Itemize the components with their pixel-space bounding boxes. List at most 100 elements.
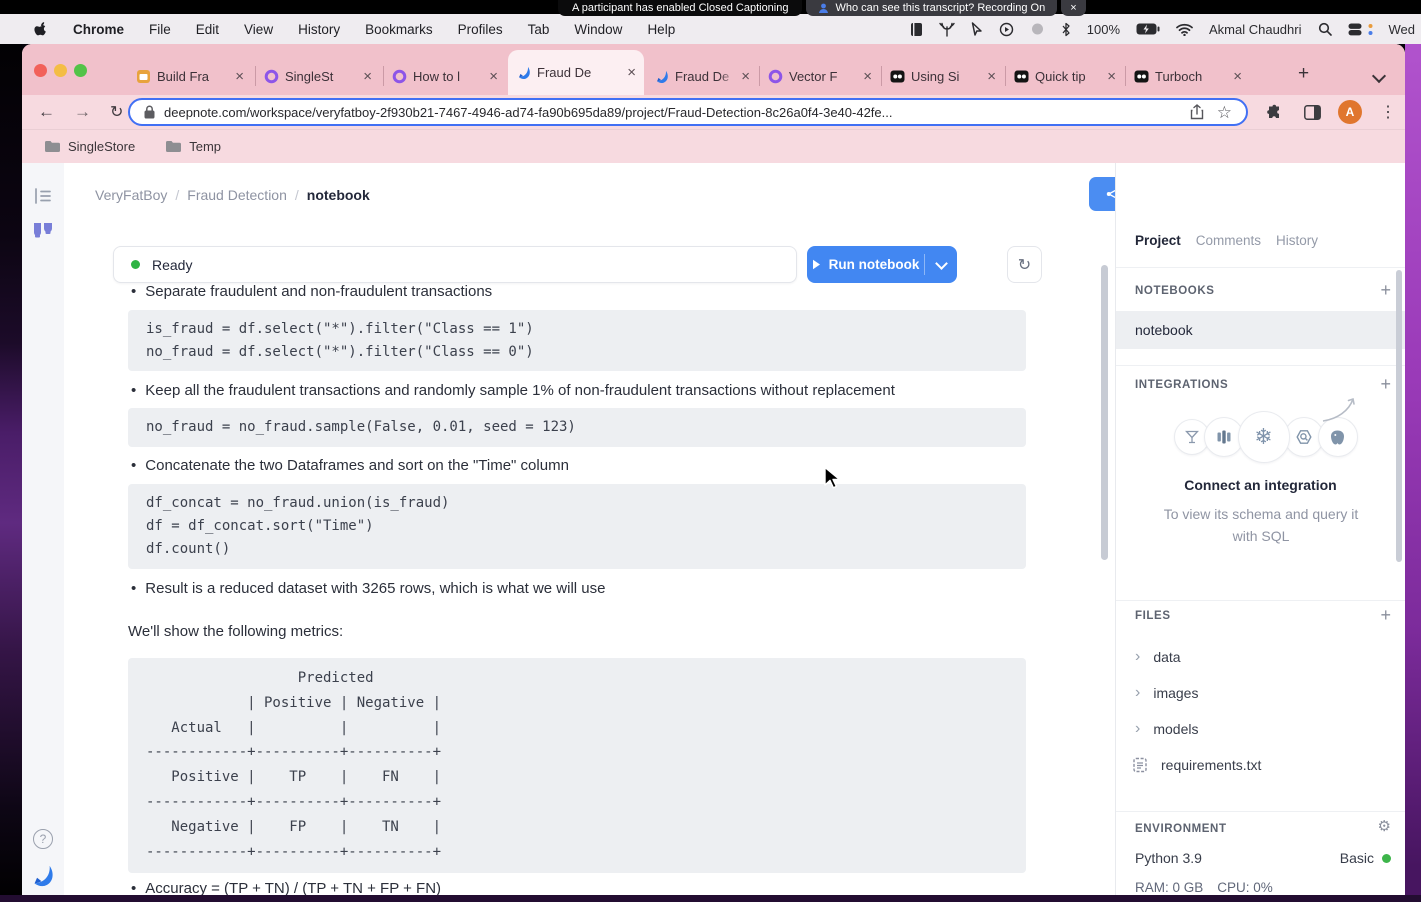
breadcrumb-workspace[interactable]: VeryFatBoy (95, 187, 167, 203)
run-options-chevron-icon[interactable] (925, 262, 957, 268)
browser-menu-dots-icon[interactable]: ⋮ (1380, 95, 1396, 129)
tab-using-si[interactable]: Using Si × (882, 58, 1004, 95)
tab-turboch[interactable]: Turboch × (1126, 58, 1250, 95)
help-icon[interactable]: ? (33, 829, 53, 849)
address-bar[interactable]: deepnote.com/workspace/veryfatboy-2f930b… (128, 98, 1248, 126)
share-page-icon[interactable] (1190, 104, 1204, 120)
file-row-requirements[interactable]: requirements.txt (1132, 757, 1261, 773)
postgres-integration-icon (1318, 417, 1358, 457)
tab-history[interactable]: History (1276, 233, 1318, 248)
tab-fraud-detection-active[interactable]: Fraud De × (508, 50, 644, 95)
tab-fraud-detection-2[interactable]: Fraud De × (646, 58, 758, 95)
environment-python-row[interactable]: Python 3.9 Basic (1135, 850, 1391, 866)
menu-app-icon[interactable] (939, 22, 955, 37)
breadcrumb-project[interactable]: Fraud Detection (187, 187, 287, 203)
bookmarks-bar: SingleStore Temp (22, 129, 1405, 163)
menu-file[interactable]: File (149, 22, 171, 37)
tab-build-fraud[interactable]: Build Fra × (128, 58, 252, 95)
menu-history[interactable]: History (298, 22, 340, 37)
spotlight-search-icon[interactable] (1318, 22, 1332, 36)
airplay-icon[interactable] (1030, 23, 1045, 36)
pointer-icon[interactable] (971, 22, 983, 36)
tab-close-icon[interactable]: × (987, 69, 996, 84)
reading-list-icon[interactable] (910, 22, 923, 37)
close-window-button[interactable] (34, 64, 47, 77)
notebook-list-item[interactable]: notebook (1116, 311, 1405, 349)
tab-close-icon[interactable]: × (627, 65, 636, 80)
tab-close-icon[interactable]: × (363, 69, 372, 84)
tab-close-icon[interactable]: × (1233, 69, 1242, 84)
url-text[interactable]: deepnote.com/workspace/veryfatboy-2f930b… (164, 105, 1177, 120)
environment-settings-gear-icon[interactable]: ⚙ (1378, 819, 1391, 834)
bluetooth-icon[interactable] (1061, 22, 1071, 37)
menu-window[interactable]: Window (574, 22, 622, 37)
tab-close-icon[interactable]: × (1107, 69, 1116, 84)
add-integration-icon[interactable]: + (1380, 375, 1391, 393)
maximize-window-button[interactable] (74, 64, 87, 77)
code-cell[interactable]: no_fraud = no_fraud.sample(False, 0.01, … (128, 408, 1026, 447)
menu-bookmarks[interactable]: Bookmarks (365, 22, 433, 37)
menu-chrome[interactable]: Chrome (73, 22, 124, 37)
tab-quick-tip[interactable]: Quick tip × (1006, 58, 1124, 95)
tab-search-chevron-icon[interactable] (1374, 66, 1384, 85)
desktop-wallpaper-bottom (0, 895, 1421, 902)
extensions-puzzle-icon[interactable] (1266, 95, 1283, 129)
singlestore-icon (264, 69, 279, 84)
tab-close-icon[interactable]: × (741, 69, 750, 84)
breadcrumb-notebook[interactable]: notebook (307, 187, 370, 203)
tab-close-icon[interactable]: × (863, 69, 872, 84)
menu-username[interactable]: Akmal Chaudhri (1209, 22, 1302, 37)
new-tab-button[interactable]: + (1298, 64, 1309, 83)
menu-edit[interactable]: Edit (196, 22, 219, 37)
wifi-icon[interactable] (1176, 23, 1193, 36)
run-notebook-button[interactable]: Run notebook (807, 246, 957, 283)
tab-close-icon[interactable]: × (489, 69, 498, 84)
tab-comments[interactable]: Comments (1196, 233, 1261, 248)
deepnote-icon (654, 69, 669, 84)
tab-close-icon[interactable]: × (235, 69, 244, 84)
menu-clock-day[interactable]: Wed (1389, 22, 1416, 37)
sidebar-scrollbar[interactable] (1396, 270, 1402, 562)
bookmark-star-icon[interactable]: ☆ (1217, 104, 1232, 121)
folder-row-data[interactable]: › data (1135, 649, 1181, 665)
side-panel-icon[interactable] (1304, 95, 1321, 129)
tab-how-to[interactable]: How to l × (384, 58, 506, 95)
profile-avatar[interactable]: A (1338, 100, 1362, 124)
transcript-message[interactable]: Who can see this transcript? Recording O… (806, 0, 1057, 16)
minimize-window-button[interactable] (54, 64, 67, 77)
chevron-right-icon[interactable]: › (1135, 685, 1140, 701)
chevron-right-icon[interactable]: › (1135, 649, 1140, 665)
menu-profiles[interactable]: Profiles (458, 22, 503, 37)
menu-help[interactable]: Help (647, 22, 675, 37)
add-notebook-icon[interactable]: + (1380, 281, 1391, 299)
menu-tab[interactable]: Tab (528, 22, 550, 37)
bookmark-folder-singlestore[interactable]: SingleStore (44, 139, 135, 154)
forward-button[interactable]: → (74, 95, 91, 129)
confusion-matrix-block[interactable]: Predicted | Positive | Negative | Actual… (128, 658, 1026, 873)
folder-row-models[interactable]: › models (1135, 721, 1198, 737)
ram-usage: RAM: 0 GB (1135, 880, 1203, 895)
tab-vector[interactable]: Vector F × (760, 58, 880, 95)
sidebar-toggle-icon[interactable] (33, 187, 53, 205)
tab-singlestore[interactable]: SingleSt × (256, 58, 380, 95)
bookmark-folder-temp[interactable]: Temp (165, 139, 221, 154)
folder-row-images[interactable]: › images (1135, 685, 1198, 701)
control-center-icon[interactable] (1348, 23, 1373, 36)
reload-button[interactable]: ↻ (110, 95, 123, 129)
markdown-bullet: Keep all the fraudulent transactions and… (131, 382, 895, 400)
restart-machine-button[interactable]: ↻ (1007, 246, 1042, 283)
apple-logo-icon[interactable] (34, 21, 48, 37)
tab-project[interactable]: Project (1135, 233, 1181, 248)
close-icon[interactable]: × (1061, 0, 1085, 16)
code-cell[interactable]: df_concat = no_fraud.union(is_fraud) df … (128, 484, 1026, 569)
record-icon[interactable] (999, 22, 1014, 37)
code-cell[interactable]: is_fraud = df.select("*").filter("Class … (128, 310, 1026, 371)
chevron-right-icon[interactable]: › (1135, 721, 1140, 737)
deepnote-logo-icon[interactable] (30, 863, 55, 888)
back-button[interactable]: ← (38, 95, 55, 129)
notebook-scrollbar[interactable] (1101, 265, 1108, 560)
menu-view[interactable]: View (244, 22, 273, 37)
workspace-logo-icon[interactable] (31, 219, 55, 243)
add-file-icon[interactable]: + (1380, 606, 1391, 624)
status-green-dot (131, 260, 140, 269)
